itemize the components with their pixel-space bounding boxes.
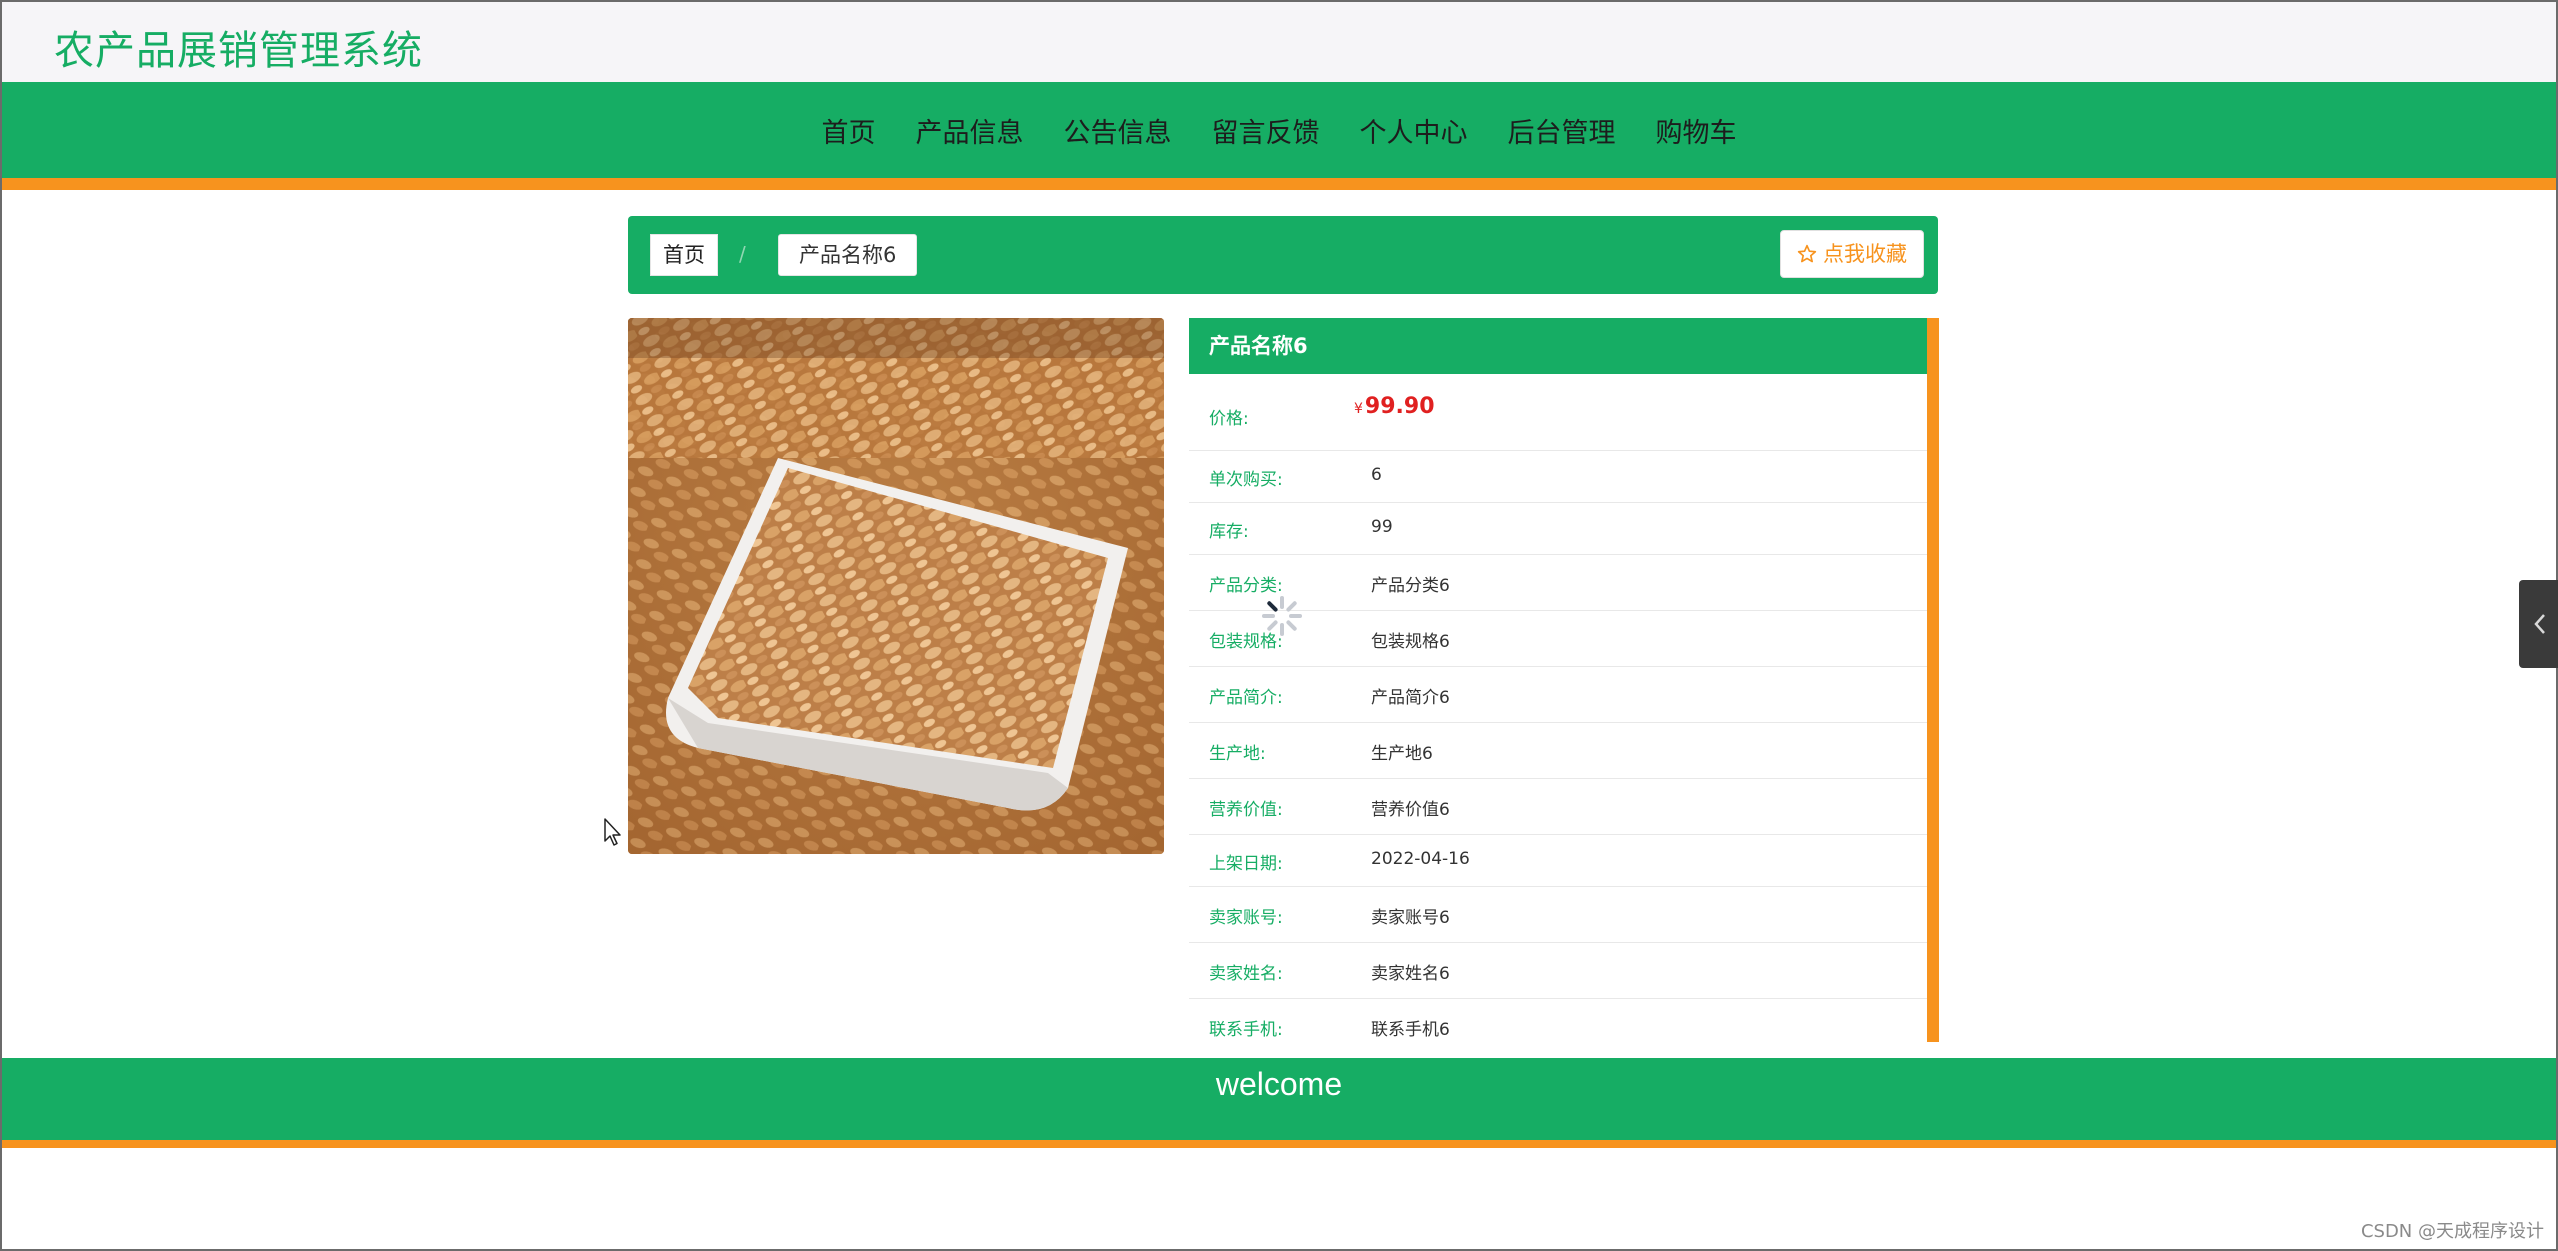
side-panel-toggle[interactable] bbox=[2519, 580, 2558, 668]
field-row-stock: 库存: 99 bbox=[1189, 503, 1927, 555]
field-value: 2022-04-16 bbox=[1371, 849, 1470, 869]
favorite-button-label: 点我收藏 bbox=[1823, 242, 1907, 266]
nav-bar: 首页 产品信息 公告信息 留言反馈 个人中心 后台管理 购物车 bbox=[2, 82, 2556, 190]
nav-item-feedback[interactable]: 留言反馈 bbox=[1192, 114, 1340, 154]
footer-welcome-text: welcome bbox=[1215, 1066, 1343, 1102]
price-label: 价格: bbox=[1209, 409, 1249, 429]
field-row-quantity: 单次购买: 6 bbox=[1189, 451, 1927, 503]
field-row-seller-name: 卖家姓名: 卖家姓名6 bbox=[1189, 943, 1927, 999]
nav-item-home[interactable]: 首页 bbox=[802, 114, 896, 154]
field-row-origin: 生产地: 生产地6 bbox=[1189, 723, 1927, 779]
field-value: 包装规格6 bbox=[1371, 632, 1450, 652]
field-label: 产品分类: bbox=[1209, 576, 1283, 596]
page: 农产品展销管理系统 首页 产品信息 公告信息 留言反馈 个人中心 后台管理 购物… bbox=[0, 0, 2558, 1251]
field-row-phone: 联系手机: 联系手机6 bbox=[1189, 999, 1927, 1055]
field-row-seller-account: 卖家账号: 卖家账号6 bbox=[1189, 887, 1927, 943]
field-value: 产品简介6 bbox=[1371, 688, 1450, 708]
field-row-date: 上架日期: 2022-04-16 bbox=[1189, 835, 1927, 887]
favorite-button[interactable]: 点我收藏 bbox=[1780, 230, 1924, 278]
field-value: 6 bbox=[1371, 465, 1382, 485]
currency-symbol: ¥ bbox=[1354, 401, 1363, 417]
product-info-panel: 产品名称6 价格: ¥99.90 单次购买: 6 库存: 99 产品分类: 产品… bbox=[1189, 318, 1939, 1042]
field-label: 产品简介: bbox=[1209, 688, 1283, 708]
site-title[interactable]: 农产品展销管理系统 bbox=[54, 18, 423, 76]
breadcrumb-separator: / bbox=[739, 242, 746, 266]
field-label: 生产地: bbox=[1209, 744, 1266, 764]
field-value: 卖家账号6 bbox=[1371, 908, 1450, 928]
nav-item-cart[interactable]: 购物车 bbox=[1636, 114, 1757, 154]
product-name-heading: 产品名称6 bbox=[1189, 318, 1927, 374]
mouse-cursor-icon bbox=[604, 818, 621, 846]
breadcrumb: 首页 / 产品名称6 点我收藏 bbox=[628, 216, 1938, 294]
star-outline-icon bbox=[1797, 244, 1817, 263]
breadcrumb-home[interactable]: 首页 bbox=[650, 234, 718, 276]
field-row-intro: 产品简介: 产品简介6 bbox=[1189, 667, 1927, 723]
main-nav: 首页 产品信息 公告信息 留言反馈 个人中心 后台管理 购物车 bbox=[2, 114, 2556, 154]
footer: welcome bbox=[2, 1058, 2556, 1148]
field-row-nutrition: 营养价值: 营养价值6 bbox=[1189, 779, 1927, 835]
field-value: 产品分类6 bbox=[1371, 576, 1450, 596]
field-value: 卖家姓名6 bbox=[1371, 964, 1450, 984]
breadcrumb-current: 产品名称6 bbox=[778, 234, 918, 276]
field-label: 库存: bbox=[1209, 522, 1249, 542]
field-label: 营养价值: bbox=[1209, 800, 1283, 820]
nav-item-products[interactable]: 产品信息 bbox=[896, 114, 1044, 154]
field-label: 卖家账号: bbox=[1209, 908, 1283, 928]
nav-item-profile[interactable]: 个人中心 bbox=[1340, 114, 1488, 154]
field-value: 99 bbox=[1371, 517, 1393, 537]
field-label: 上架日期: bbox=[1209, 854, 1283, 874]
price-value: ¥99.90 bbox=[1354, 394, 1435, 419]
field-value: 联系手机6 bbox=[1371, 1020, 1450, 1040]
field-label: 联系手机: bbox=[1209, 1020, 1283, 1040]
field-label: 单次购买: bbox=[1209, 470, 1283, 490]
nav-item-notices[interactable]: 公告信息 bbox=[1044, 114, 1192, 154]
field-label: 卖家姓名: bbox=[1209, 964, 1283, 984]
field-value: 营养价值6 bbox=[1371, 800, 1450, 820]
nav-item-admin[interactable]: 后台管理 bbox=[1488, 114, 1636, 154]
watermark: CSDN @天成程序设计 bbox=[2360, 1221, 2544, 1242]
wheat-photo bbox=[628, 318, 1164, 854]
price-amount: 99.90 bbox=[1364, 394, 1435, 419]
chevron-left-icon bbox=[2534, 614, 2545, 634]
price-row: 价格: ¥99.90 bbox=[1189, 374, 1927, 451]
loading-spinner-icon bbox=[1262, 596, 1302, 636]
top-header: 农产品展销管理系统 bbox=[2, 2, 2556, 82]
product-image bbox=[628, 318, 1164, 854]
field-value: 生产地6 bbox=[1371, 744, 1433, 764]
